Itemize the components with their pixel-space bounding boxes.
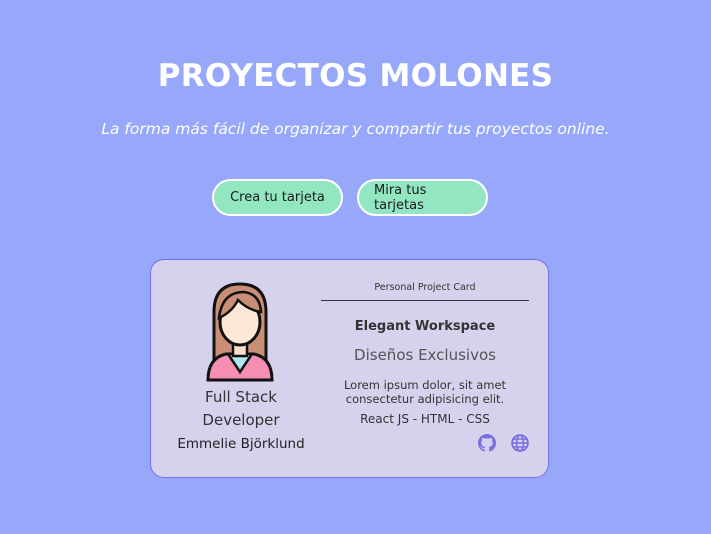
github-icon[interactable] [478, 434, 496, 452]
landing-page: PROYECTOS MOLONES La forma más fácil de … [0, 0, 711, 534]
page-title: PROYECTOS MOLONES [157, 58, 554, 94]
author-job: Full Stack Developer [202, 388, 280, 429]
card-label: Personal Project Card [374, 282, 476, 293]
project-slogan: Diseños Exclusivos [354, 346, 496, 364]
create-card-button[interactable]: Crea tu tarjeta [212, 179, 343, 216]
view-cards-button[interactable]: Mira tus tarjetas [357, 179, 488, 216]
author-avatar [206, 282, 274, 382]
author-name: Emmelie Björklund [177, 436, 305, 452]
page-subtitle: La forma más fácil de organizar y compar… [101, 120, 610, 138]
project-card: Full Stack Developer Emmelie Björklund P… [150, 259, 549, 478]
card-divider [321, 300, 529, 301]
project-name: Elegant Workspace [354, 319, 496, 334]
project-technologies: React JS - HTML - CSS [360, 412, 490, 426]
action-buttons: Crea tu tarjeta Mira tus tarjetas [212, 179, 488, 216]
project-description: Lorem ipsum dolor, sit amet consectetur … [343, 378, 507, 406]
globe-icon[interactable] [511, 434, 529, 452]
